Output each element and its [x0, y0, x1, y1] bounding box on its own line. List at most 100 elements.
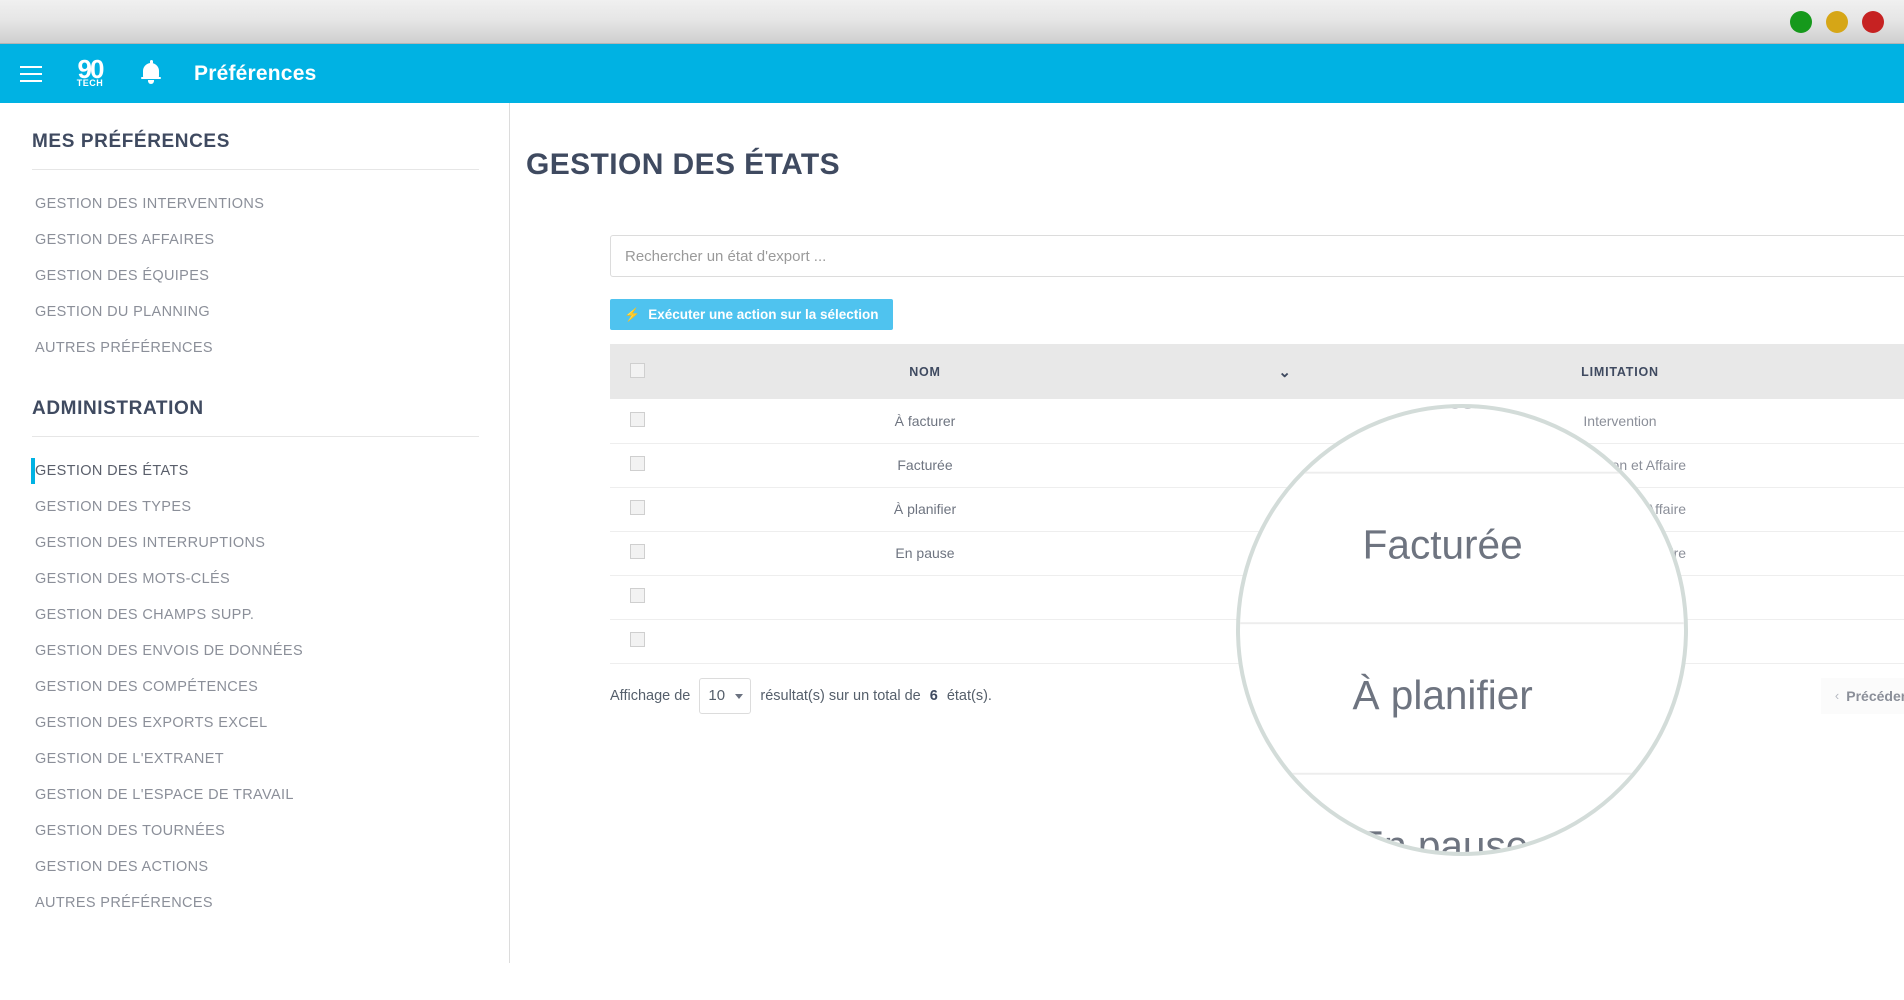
table-footer: Affichage de 10 résultat(s) sur un total…: [610, 677, 1904, 714]
cell-sort: [1160, 531, 1410, 576]
sidebar-item-label: GESTION DE L'ESPACE DE TRAVAIL: [35, 787, 294, 803]
sidebar-list-administration: GESTION DES ÉTATS GESTION DES TYPES GEST…: [0, 453, 509, 921]
sidebar-item-gestion-des-interruptions[interactable]: GESTION DES INTERRUPTIONS: [0, 525, 509, 561]
row-checkbox[interactable]: [630, 456, 645, 471]
sidebar-item-gestion-de-lespace-de-travail[interactable]: GESTION DE L'ESPACE DE TRAVAIL: [0, 777, 509, 813]
sidebar-item-autres-preferences[interactable]: AUTRES PRÉFÉRENCES: [0, 330, 509, 366]
column-header-spacer: [1830, 344, 1904, 399]
page-size-wrap: 10: [699, 677, 752, 714]
window-maximize-button[interactable]: [1826, 11, 1848, 33]
sidebar-item-gestion-des-tournees[interactable]: GESTION DES TOURNÉES: [0, 813, 509, 849]
results-middle: résultat(s) sur un total de: [760, 687, 921, 704]
cell-limitation: Intervention et Affaire: [1410, 619, 1830, 664]
sidebar-item-label: GESTION DES ACTIONS: [35, 859, 209, 875]
window-controls: [1790, 0, 1884, 44]
pagination-previous-button[interactable]: ‹ Précédent: [1820, 677, 1904, 714]
window-titlebar: [0, 0, 1904, 44]
sidebar-list-preferences: GESTION DES INTERVENTIONS GESTION DES AF…: [0, 186, 509, 366]
bolt-icon: ⚡: [624, 307, 641, 322]
table-row[interactable]: Intervention et Affaire: [610, 619, 1904, 664]
row-select-cell: [610, 487, 690, 532]
sidebar-item-gestion-des-interventions[interactable]: GESTION DES INTERVENTIONS: [0, 186, 509, 222]
table-row[interactable]: En pause Intervention et Affaire: [610, 531, 1904, 576]
sidebar-item-gestion-des-types[interactable]: GESTION DES TYPES: [0, 489, 509, 525]
sidebar-item-gestion-des-envois-de-donnees[interactable]: GESTION DES ENVOIS DE DONNÉES: [0, 633, 509, 669]
chevron-left-icon: ‹: [1834, 688, 1840, 703]
cell-spacer: [1830, 487, 1904, 532]
page-title: GESTION DES ÉTATS: [526, 148, 841, 181]
row-checkbox[interactable]: [630, 500, 645, 515]
sidebar-item-label: GESTION DES AFFAIRES: [35, 232, 215, 248]
cell-nom: En pause: [690, 531, 1160, 576]
column-sort-header[interactable]: ⌄: [1160, 344, 1410, 399]
cell-limitation: Intervention et Affaire: [1410, 487, 1830, 532]
column-header-limitation[interactable]: LIMITATION: [1410, 344, 1830, 399]
cell-spacer: [1830, 575, 1904, 620]
page-body: MES PRÉFÉRENCES GESTION DES INTERVENTION…: [0, 103, 1904, 1000]
chevron-down-icon[interactable]: ⌄: [1278, 363, 1291, 381]
sidebar-group-title-administration: ADMINISTRATION: [32, 398, 204, 419]
bulk-action-button[interactable]: ⚡ Exécuter une action sur la sélection: [610, 299, 893, 330]
brand-logo: 90 TECH: [66, 54, 114, 94]
table-row[interactable]: À facturer Intervention: [610, 399, 1904, 444]
cell-spacer: [1830, 399, 1904, 444]
row-checkbox[interactable]: [630, 632, 645, 647]
table-row[interactable]: Facturée Intervention et Affaire: [610, 443, 1904, 488]
cell-spacer: [1830, 443, 1904, 488]
sidebar-item-gestion-des-etats[interactable]: GESTION DES ÉTATS: [0, 453, 509, 489]
cell-sort: [1160, 443, 1410, 488]
row-checkbox[interactable]: [630, 544, 645, 559]
sidebar-item-gestion-des-affaires[interactable]: GESTION DES AFFAIRES: [0, 222, 509, 258]
sidebar-item-label: GESTION DE L'EXTRANET: [35, 751, 224, 767]
page-size-select[interactable]: 10: [699, 677, 752, 714]
bulk-action-label: Exécuter une action sur la sélection: [648, 307, 879, 322]
sidebar-item-gestion-du-planning[interactable]: GESTION DU PLANNING: [0, 294, 509, 330]
sidebar-divider-1: [32, 169, 479, 170]
sidebar-item-label: GESTION DES ÉTATS: [35, 463, 189, 479]
cell-sort: [1160, 487, 1410, 532]
hamburger-menu-icon[interactable]: [14, 57, 48, 91]
sidebar-item-label: GESTION DES MOTS-CLÉS: [35, 571, 231, 587]
window-close-button[interactable]: [1862, 11, 1884, 33]
select-all-checkbox[interactable]: [630, 362, 645, 378]
row-select-cell: [610, 531, 690, 576]
sidebar-item-gestion-des-equipes[interactable]: GESTION DES ÉQUIPES: [0, 258, 509, 294]
app-header: 90 TECH Préférences: [0, 44, 1904, 103]
sidebar-item-gestion-des-actions[interactable]: GESTION DES ACTIONS: [0, 849, 509, 885]
sidebar: MES PRÉFÉRENCES GESTION DES INTERVENTION…: [0, 103, 510, 963]
sidebar-item-label: GESTION DES INTERVENTIONS: [35, 196, 265, 212]
cell-nom: [690, 619, 1160, 664]
table-row[interactable]: À planifier Intervention et Affaire: [610, 487, 1904, 532]
row-checkbox[interactable]: [630, 411, 645, 427]
pagination: ‹ Précédent 1 Suivant › D: [1820, 677, 1904, 714]
window-minimize-button[interactable]: [1790, 11, 1812, 33]
sidebar-item-gestion-des-exports-excel[interactable]: GESTION DES EXPORTS EXCEL: [0, 705, 509, 741]
sidebar-item-autres-preferences-admin[interactable]: AUTRES PRÉFÉRENCES: [0, 885, 509, 921]
cell-limitation: Intervention et Affaire: [1410, 443, 1830, 488]
sidebar-divider-2: [32, 436, 479, 437]
sidebar-item-gestion-des-mots-cles[interactable]: GESTION DES MOTS-CLÉS: [0, 561, 509, 597]
row-checkbox[interactable]: [630, 588, 645, 603]
cell-sort: [1160, 619, 1410, 664]
cell-limitation: Intervention et Affaire: [1410, 575, 1830, 620]
row-select-cell: [610, 399, 690, 444]
table-row[interactable]: Intervention et Affaire: [610, 575, 1904, 620]
notifications-bell-icon[interactable]: [138, 59, 164, 89]
cell-spacer: [1830, 619, 1904, 664]
cell-nom: [690, 575, 1160, 620]
states-table-body: À facturer Intervention Facturée Interve…: [610, 399, 1904, 664]
column-header-nom[interactable]: NOM: [690, 344, 1160, 399]
sidebar-item-label: AUTRES PRÉFÉRENCES: [35, 340, 213, 356]
cell-limitation: Intervention: [1410, 399, 1830, 444]
sidebar-item-gestion-des-competences[interactable]: GESTION DES COMPÉTENCES: [0, 669, 509, 705]
search-input[interactable]: [610, 235, 1904, 277]
cell-nom: Facturée: [690, 443, 1160, 488]
sidebar-item-gestion-des-champs-supp[interactable]: GESTION DES CHAMPS SUPP.: [0, 597, 509, 633]
sidebar-item-label: GESTION DES ÉQUIPES: [35, 268, 210, 284]
sidebar-item-label: GESTION DES ENVOIS DE DONNÉES: [35, 643, 303, 659]
sidebar-item-gestion-de-lextranet[interactable]: GESTION DE L'EXTRANET: [0, 741, 509, 777]
cell-sort: [1160, 575, 1410, 620]
cell-limitation: Intervention et Affaire: [1410, 531, 1830, 576]
table-header-row: NOM ⌄ LIMITATION: [610, 344, 1904, 399]
results-total: 6: [929, 687, 938, 704]
